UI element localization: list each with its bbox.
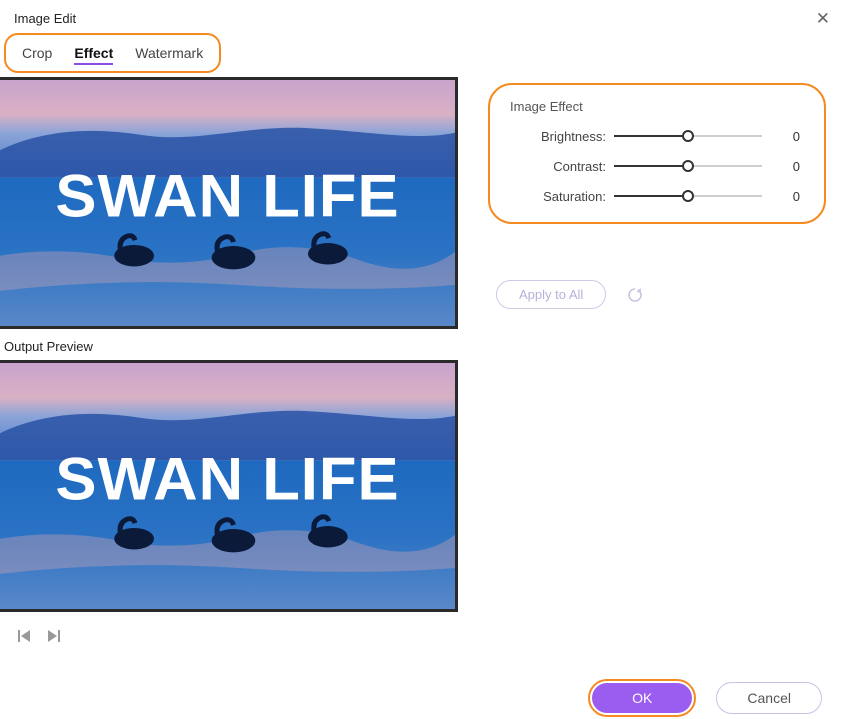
contrast-label: Contrast: [510,159,614,174]
saturation-value: 0 [772,189,800,204]
image-effect-title: Image Effect [510,99,800,114]
contrast-value: 0 [772,159,800,174]
output-preview-label: Output Preview [0,329,460,360]
contrast-slider[interactable] [614,158,762,174]
source-preview: SWAN LIFE [0,77,458,329]
cancel-button[interactable]: Cancel [716,682,822,714]
tab-watermark[interactable]: Watermark [135,43,203,65]
brightness-value: 0 [772,129,800,144]
tab-effect[interactable]: Effect [74,43,113,65]
output-preview: SWAN LIFE [0,360,458,612]
brightness-slider[interactable] [614,128,762,144]
prev-frame-icon[interactable] [16,628,32,644]
saturation-label: Saturation: [510,189,614,204]
close-icon[interactable]: ✕ [810,8,836,29]
reset-icon[interactable] [626,286,644,304]
dialog-footer: OK Cancel [588,679,822,717]
tabs-container: Crop Effect Watermark [6,39,219,69]
image-effect-panel: Image Effect Brightness: 0 Contrast: 0 S… [488,83,826,224]
apply-to-all-button[interactable]: Apply to All [496,280,606,309]
preview-overlay-text: SWAN LIFE [55,162,399,229]
playback-controls [0,612,460,654]
output-overlay-text: SWAN LIFE [55,445,399,512]
next-frame-icon[interactable] [46,628,62,644]
brightness-label: Brightness: [510,129,614,144]
ok-button[interactable]: OK [592,683,692,713]
window-title: Image Edit [14,11,76,26]
saturation-slider[interactable] [614,188,762,204]
ok-highlight-annotation: OK [588,679,696,717]
titlebar: Image Edit ✕ [0,0,850,35]
tab-crop[interactable]: Crop [22,43,52,65]
